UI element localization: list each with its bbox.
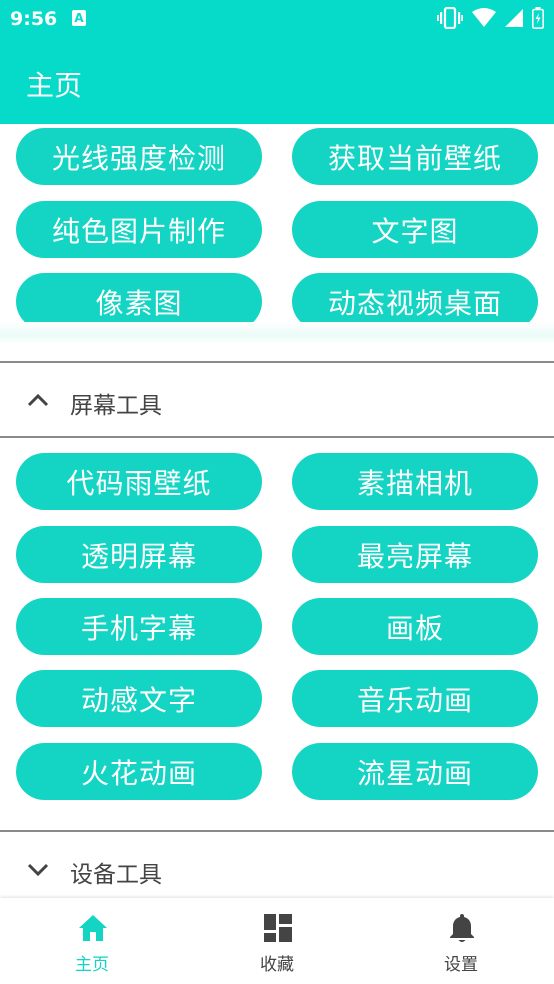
section-fade xyxy=(0,322,554,344)
section-title: 设备工具 xyxy=(70,862,162,888)
brightest-screen-button[interactable]: 最亮屏幕 xyxy=(292,526,538,583)
spark-animation-button[interactable]: 火花动画 xyxy=(16,743,262,800)
dynamic-text-button[interactable]: 动感文字 xyxy=(16,670,262,727)
bottom-navigation: 主页 收藏 设置 xyxy=(0,898,554,984)
meteor-animation-button[interactable]: 流星动画 xyxy=(292,743,538,800)
section-title: 屏幕工具 xyxy=(70,393,162,419)
sketch-camera-button[interactable]: 素描相机 xyxy=(292,453,538,510)
divider xyxy=(0,361,554,363)
nav-home-label: 主页 xyxy=(75,955,109,975)
nav-home[interactable]: 主页 xyxy=(0,898,184,984)
status-bar: 9:56 A xyxy=(0,0,554,38)
light-intensity-button[interactable]: 光线强度检测 xyxy=(16,128,262,185)
transparent-screen-button[interactable]: 透明屏幕 xyxy=(16,526,262,583)
signal-icon xyxy=(505,9,523,27)
bell-icon xyxy=(450,914,474,942)
music-animation-button[interactable]: 音乐动画 xyxy=(292,670,538,727)
section-header-device-tools[interactable]: 设备工具 xyxy=(0,833,554,898)
vibrate-icon xyxy=(437,7,463,29)
drawing-board-button[interactable]: 画板 xyxy=(292,598,538,655)
wifi-icon xyxy=(472,8,496,27)
chevron-up-icon xyxy=(27,393,49,407)
divider xyxy=(0,830,554,832)
solid-color-image-button[interactable]: 纯色图片制作 xyxy=(16,201,262,258)
text-image-button[interactable]: 文字图 xyxy=(292,201,538,258)
nav-favorites[interactable]: 收藏 xyxy=(185,898,369,984)
status-time: 9:56 xyxy=(10,8,58,30)
section-header-screen-tools[interactable]: 屏幕工具 xyxy=(0,364,554,438)
status-icons xyxy=(437,7,544,29)
nav-settings[interactable]: 设置 xyxy=(369,898,553,984)
nav-settings-label: 设置 xyxy=(444,955,478,975)
page-title: 主页 xyxy=(26,69,83,102)
dashboard-icon xyxy=(264,914,292,942)
divider xyxy=(0,436,554,438)
nav-favorites-label: 收藏 xyxy=(260,955,294,975)
scroll-content[interactable]: 光线强度检测 获取当前壁纸 纯色图片制作 文字图 像素图 动态视频桌面 屏幕工具… xyxy=(0,124,554,898)
battery-icon xyxy=(532,7,544,29)
code-rain-wallpaper-button[interactable]: 代码雨壁纸 xyxy=(16,453,262,510)
accessibility-notification-icon: A xyxy=(72,10,86,26)
phone-subtitle-button[interactable]: 手机字幕 xyxy=(16,598,262,655)
chevron-down-icon xyxy=(27,863,49,877)
get-wallpaper-button[interactable]: 获取当前壁纸 xyxy=(292,128,538,185)
home-icon xyxy=(79,915,107,941)
a-badge-letter: A xyxy=(74,11,84,25)
app-bar: 主页 xyxy=(0,38,554,124)
